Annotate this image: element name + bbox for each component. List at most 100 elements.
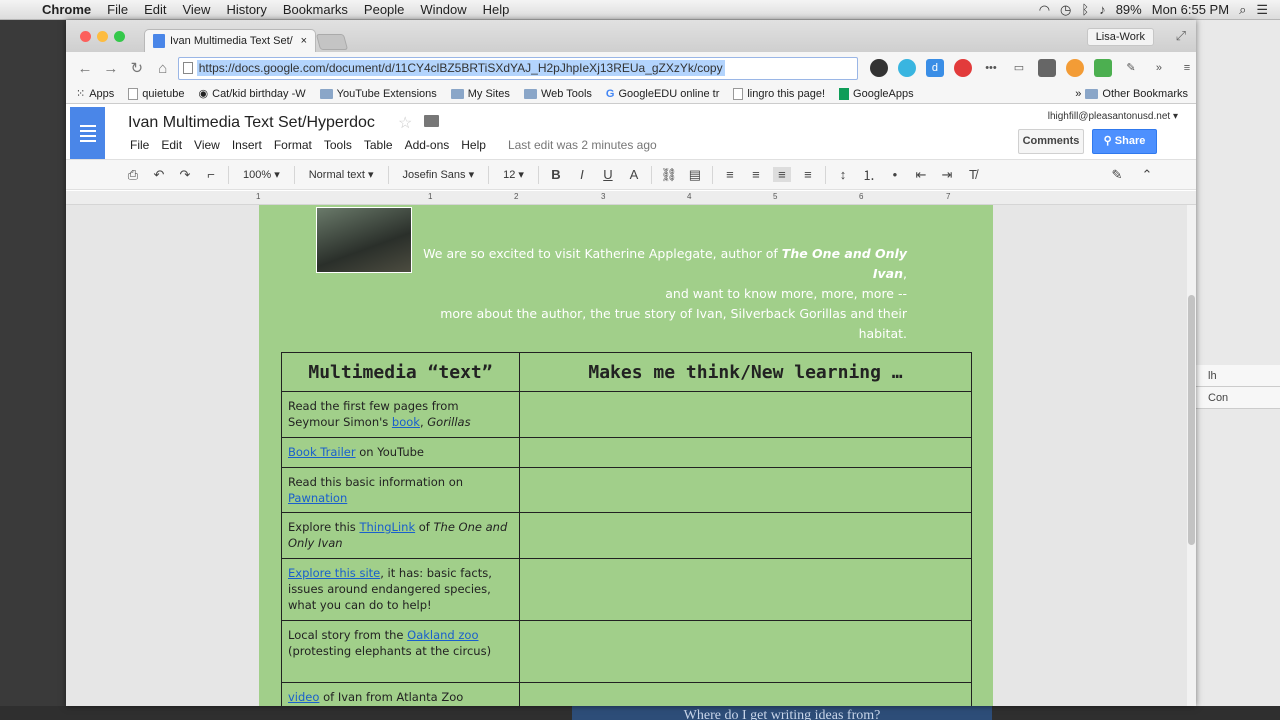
close-tab-icon[interactable]: × [301,35,307,47]
table-cell[interactable]: Read this basic information on Pawnation [281,467,520,513]
bookmark-other[interactable]: » Other Bookmarks [1075,88,1196,100]
bookmark-googleedu[interactable]: G GoogleEDU online tr [606,88,719,100]
overflow-icon[interactable]: » [1150,59,1168,77]
menu-edit[interactable]: Edit [136,2,174,17]
bulleted-list-icon[interactable]: • [886,167,904,182]
docs-menu-format[interactable]: Format [268,138,318,152]
spotlight-icon[interactable]: ⌕ [1239,2,1246,18]
fullscreen-icon[interactable]: ⤢ [1176,28,1186,44]
address-bar[interactable]: https://docs.google.com/document/d/11CY4… [177,56,858,80]
table-cell[interactable] [519,391,972,438]
folder-icon[interactable] [424,115,439,127]
new-tab-button[interactable] [315,34,349,50]
document-title[interactable]: Ivan Multimedia Text Set/Hyperdoc [128,114,375,132]
extension-swirl-icon[interactable] [897,59,916,77]
extension-wand-icon[interactable]: ✎ [1122,59,1140,77]
increase-indent-icon[interactable]: ⇥ [938,167,956,183]
menu-app[interactable]: Chrome [34,2,99,17]
table-header[interactable]: Multimedia “text” [281,352,520,392]
comment-icon[interactable]: ▤ [686,167,704,183]
table-cell[interactable]: Read the first few pages from Seymour Si… [281,391,520,438]
docs-menu-insert[interactable]: Insert [226,138,268,152]
undo-icon[interactable]: ↶ [150,167,168,183]
extension-d-icon[interactable]: d [925,59,944,77]
bookmark-quietube[interactable]: quietube [128,87,185,100]
extension-gray-icon[interactable] [1037,59,1056,77]
text-color-icon[interactable]: A [625,167,643,182]
table-cell[interactable] [519,682,972,706]
clock[interactable]: Mon 6:55 PM [1152,2,1229,17]
paint-format-icon[interactable]: ⌐ [202,167,220,182]
table-cell[interactable] [519,467,972,513]
bookmark-googleapps[interactable]: GoogleApps [839,87,914,100]
browser-tab[interactable]: Ivan Multimedia Text Set/ × [144,29,316,52]
more-icon[interactable]: ••• [982,59,1000,77]
clear-formatting-icon[interactable]: T̸ [964,167,982,182]
bookmark-youtube-extensions[interactable]: YouTube Extensions [319,88,437,100]
bookmark-apps[interactable]: ⁙ Apps [76,87,114,101]
explore-site-link[interactable]: Explore this site [288,566,380,580]
zoom-window-button[interactable] [114,31,125,42]
font-size-select[interactable]: 12 ▾ [497,168,530,181]
table-cell[interactable] [519,620,972,683]
menu-file[interactable]: File [99,2,136,17]
thinglink-link[interactable]: ThingLink [359,520,415,534]
link-icon[interactable]: ⛓ [660,167,678,183]
share-button[interactable]: ⚲ Share [1092,129,1157,154]
extension-green-icon[interactable] [1093,59,1112,77]
style-select[interactable]: Normal text ▾ [303,168,380,181]
bookmark-my-sites[interactable]: My Sites [450,88,510,100]
bookmark-lingro[interactable]: lingro this page! [733,87,825,100]
menu-history[interactable]: History [218,2,274,17]
menu-bookmarks[interactable]: Bookmarks [275,2,356,17]
align-center-icon[interactable]: ≡ [747,167,765,182]
table-cell[interactable]: Local story from the Oakland zoo (protest… [281,620,520,683]
zoom-select[interactable]: 100% ▾ [237,168,286,181]
time-machine-icon[interactable]: ◷ [1060,2,1071,18]
justify-icon[interactable]: ≡ [799,167,817,182]
table-cell[interactable] [519,512,972,559]
docs-menu-file[interactable]: File [124,138,155,152]
scrollbar-thumb[interactable] [1188,295,1195,545]
star-icon[interactable]: ☆ [398,113,412,133]
line-spacing-icon[interactable]: ↕ [834,167,852,182]
book-trailer-link[interactable]: Book Trailer [288,445,356,459]
bookmark-cat-kid[interactable]: ◉ Cat/kid birthday -W [199,87,306,101]
font-select[interactable]: Josefin Sans ▾ [397,168,481,181]
docs-menu-addons[interactable]: Add-ons [399,138,456,152]
table-cell[interactable]: Book Trailer on YouTube [281,437,520,468]
docs-menu-edit[interactable]: Edit [155,138,188,152]
chrome-menu-icon[interactable]: ≡ [1178,59,1196,77]
menu-view[interactable]: View [174,2,218,17]
notification-center-icon[interactable]: ☰ [1256,2,1268,18]
reload-icon[interactable]: ↻ [126,59,148,77]
decrease-indent-icon[interactable]: ⇤ [912,167,930,183]
pawnation-link[interactable]: Pawnation [288,491,347,505]
last-edit-status[interactable]: Last edit was 2 minutes ago [502,138,663,152]
table-cell[interactable] [519,437,972,468]
battery-percent[interactable]: 89% [1116,2,1142,17]
table-cell[interactable]: Explore this site, it has: basic facts, … [281,558,520,621]
document-page[interactable]: We are so excited to visit Katherine App… [259,205,993,706]
align-right-icon[interactable]: ≡ [772,167,791,182]
align-left-icon[interactable]: ≡ [721,167,739,182]
close-window-button[interactable] [80,31,91,42]
docs-home-icon[interactable] [70,107,105,159]
docs-menu-help[interactable]: Help [455,138,492,152]
book-link[interactable]: book [392,415,420,429]
wifi-icon[interactable]: ◠ [1039,2,1050,18]
menu-help[interactable]: Help [475,2,518,17]
oakland-zoo-link[interactable]: Oakland zoo [407,628,478,642]
document-canvas[interactable]: We are so excited to visit Katherine App… [66,205,1196,706]
table-header[interactable]: Makes me think/New learning … [519,352,972,392]
home-icon[interactable]: ⌂ [152,60,174,77]
redo-icon[interactable]: ↷ [176,167,194,183]
comments-button[interactable]: Comments [1018,129,1084,154]
forward-icon[interactable]: → [100,60,122,77]
print-icon[interactable]: ⎙ [124,167,142,183]
bold-icon[interactable]: B [547,167,565,182]
cast-icon[interactable]: ▭ [1010,59,1028,77]
menu-people[interactable]: People [356,2,412,17]
collapse-icon[interactable]: ⌃ [1138,167,1156,183]
editing-mode-pencil-icon[interactable]: ✎ [1108,167,1126,183]
